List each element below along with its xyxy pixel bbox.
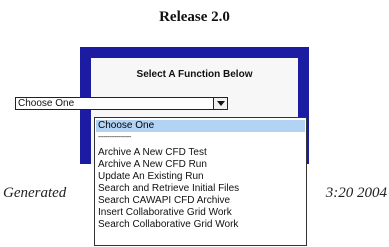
option-separator[interactable]: ------------------ — [96, 132, 305, 144]
option-search-retrieve-initial-files[interactable]: Search and Retrieve Initial Files — [96, 183, 305, 195]
option-search-collaborative-grid-work[interactable]: Search Collaborative Grid Work — [96, 219, 305, 231]
chevron-down-icon — [216, 101, 225, 106]
function-select-value: Choose One — [18, 98, 75, 109]
option-search-cawapi-cfd-archive[interactable]: Search CAWAPI CFD Archive — [96, 195, 305, 207]
function-dropdown-list: Choose One ------------------ Archive A … — [94, 117, 307, 246]
footer-right-text: 3:20 2004 — [325, 185, 387, 201]
option-archive-new-cfd-run[interactable]: Archive A New CFD Run — [96, 159, 305, 171]
release-title: Release 2.0 — [159, 9, 230, 25]
dropdown-arrow-button[interactable] — [213, 98, 227, 109]
option-choose-one[interactable]: Choose One — [96, 120, 305, 132]
footer-left-text: Generated — [3, 185, 67, 201]
panel-heading: Select A Function Below — [136, 69, 253, 80]
option-insert-collaborative-grid-work[interactable]: Insert Collaborative Grid Work — [96, 207, 305, 219]
option-archive-new-cfd-test[interactable]: Archive A New CFD Test — [96, 147, 305, 159]
option-update-existing-run[interactable]: Update An Existing Run — [96, 171, 305, 183]
function-select[interactable]: Choose One — [15, 97, 228, 110]
